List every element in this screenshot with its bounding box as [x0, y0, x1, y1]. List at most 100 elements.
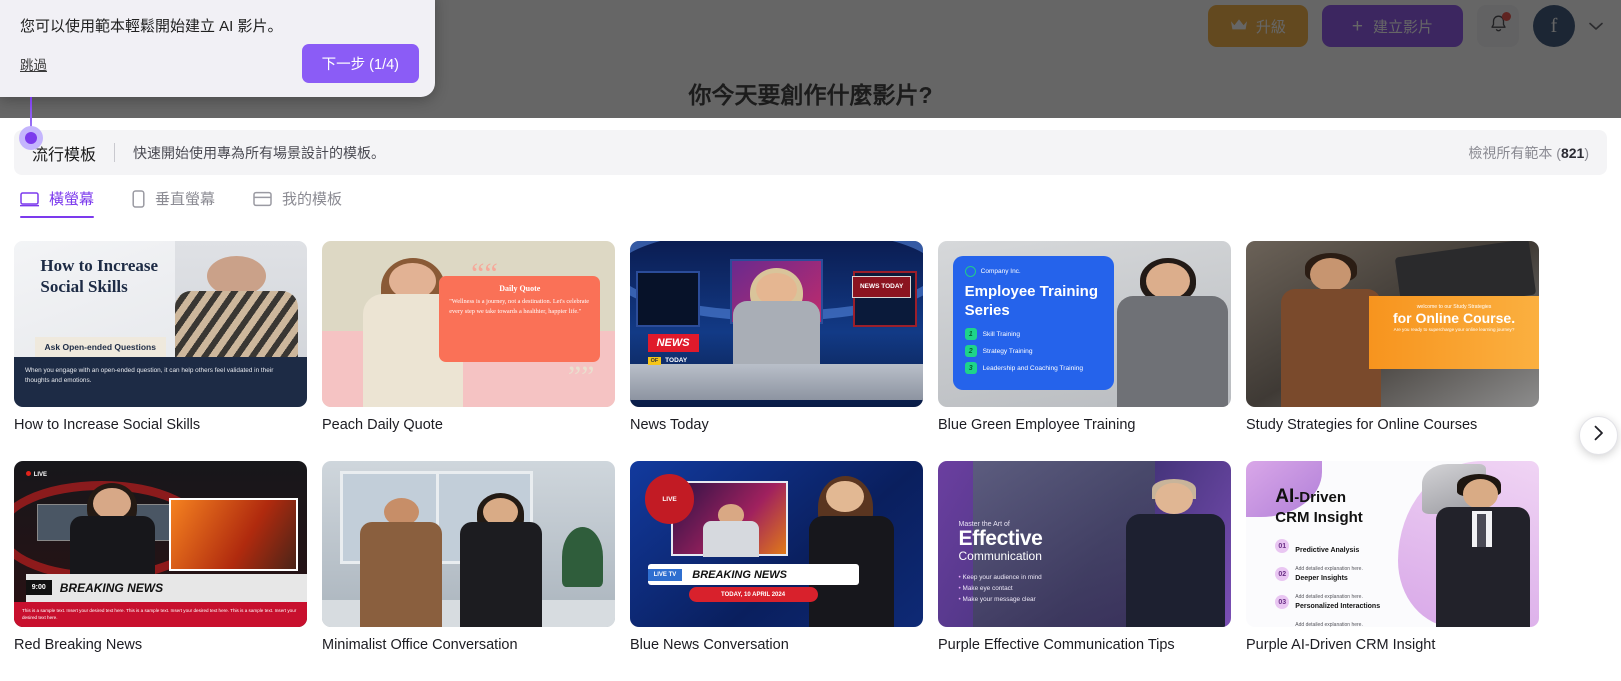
band-divider [114, 143, 116, 162]
template-card[interactable]: How to Increase Social Skills Ask Open-e… [14, 241, 307, 433]
header-actions: 升級 + 建立影片 f [1207, 5, 1603, 47]
notifications-button[interactable] [1477, 5, 1519, 47]
thumb-item: Leadership and Coaching Training [982, 364, 1084, 372]
template-card[interactable]: Company Inc. Employee Training Series 1S… [938, 241, 1231, 433]
thumb-title: Effective [958, 526, 1043, 550]
template-card[interactable]: AI-Driven CRM Insight 01 Predictive Analy… [1246, 461, 1539, 653]
template-label: Purple Effective Communication Tips [938, 637, 1175, 653]
template-label: Red Breaking News [14, 637, 143, 653]
template-thumbnail: NEWS OF TODAY NEWS TODAY [630, 241, 923, 407]
template-label: Minimalist Office Conversation [322, 637, 518, 653]
thumb-quote: "Wellness is a journey, not a destinatio… [449, 297, 590, 315]
my-templates-icon [253, 191, 272, 207]
template-thumbnail: Master the Art of Effective Communicatio… [938, 461, 1231, 627]
view-all-prefix: 檢視所有範本 ( [1468, 144, 1561, 161]
template-card[interactable]: ““ Daily Quote "Wellness is a journey, n… [322, 241, 615, 433]
thumb-bullet: Keep your audience in mind [959, 574, 1042, 581]
thumb-date: TODAY, 10 APRIL 2024 [688, 587, 818, 603]
thumb-title: Employee Training Series [964, 282, 1099, 319]
app-root: 升級 + 建立影片 f 你今天要創作什麼影片? 您可以使用範本輕鬆開始建立 AI… [0, 0, 1621, 681]
template-thumbnail: How to Increase Social Skills Ask Open-e… [14, 241, 307, 407]
template-thumbnail: Company Inc. Employee Training Series 1S… [938, 241, 1231, 407]
tab-portrait[interactable]: 垂直螢幕 [132, 188, 215, 218]
skip-link[interactable]: 跳過 [20, 54, 47, 74]
template-orientation-tabs: 橫螢幕 垂直螢幕 我的模板 [20, 188, 342, 218]
thumb-time: 9:00 [25, 580, 52, 596]
template-label: Blue Green Employee Training [938, 417, 1136, 433]
thumb-bullet: Make eye contact [959, 585, 1042, 592]
template-label: How to Increase Social Skills [14, 417, 201, 433]
thumb-foot: Are you ready to supercharge your online… [1393, 326, 1515, 332]
crown-icon [1230, 18, 1248, 35]
template-label: Study Strategies for Online Courses [1246, 417, 1478, 433]
portrait-screen-icon [132, 189, 145, 208]
chevron-down-icon[interactable] [1589, 18, 1603, 35]
thumb-livetv: LIVE TV [647, 568, 683, 581]
thumb-badge-news: NEWS [647, 333, 699, 352]
template-label: News Today [630, 417, 709, 433]
template-grid: How to Increase Social Skills Ask Open-e… [14, 241, 1614, 667]
thumb-title2: CRM Insight [1275, 508, 1363, 526]
notification-badge [1502, 12, 1511, 21]
tab-my-templates[interactable]: 我的模板 [253, 188, 342, 218]
thumb-badge-today: TODAY [665, 357, 688, 365]
tab-landscape[interactable]: 橫螢幕 [20, 188, 95, 218]
view-all-templates-link[interactable]: 檢視所有範本 (821) [1468, 143, 1589, 163]
thumb-title-ai: AI [1275, 485, 1295, 507]
thumb-item-number: 01 [1275, 539, 1290, 554]
template-thumbnail [322, 461, 615, 627]
band-title: 流行模板 [32, 146, 97, 164]
view-all-suffix: ) [1584, 144, 1589, 161]
create-video-label: 建立影片 [1372, 18, 1433, 36]
thumb-live: LIVE [644, 474, 695, 525]
thumb-item-sub: Add detailed explanation here. [1295, 622, 1363, 627]
template-card[interactable]: welcome to our Study Strategies for Onli… [1246, 241, 1539, 433]
thumb-body: When you engage with an open-ended quest… [14, 357, 307, 407]
template-card[interactable]: LIVE LIVE TV BREAKING NEWS TODAY, 10 APR… [630, 461, 923, 653]
upgrade-label: 升級 [1255, 18, 1286, 36]
template-card[interactable]: Minimalist Office Conversation [322, 461, 615, 653]
tab-portrait-label: 垂直螢幕 [155, 191, 216, 208]
template-card[interactable]: Master the Art of Effective Communicatio… [938, 461, 1231, 653]
coachmark-actions: 跳過 下一步 (1/4) [20, 44, 419, 83]
thumb-item: Skill Training [982, 330, 1021, 338]
template-thumbnail: AI-Driven CRM Insight 01 Predictive Analy… [1246, 461, 1539, 627]
thumb-ticker: This is a sample text. Insert your desir… [14, 602, 307, 627]
template-card[interactable]: LIVE 9:00 BREAKING NEWS This is a sample… [14, 461, 307, 653]
next-step-button[interactable]: 下一步 (1/4) [301, 44, 419, 83]
carousel-next-button[interactable] [1579, 416, 1618, 455]
thumb-corner-badge: NEWS TODAY [851, 275, 912, 298]
view-all-count: 821 [1560, 144, 1585, 161]
thumb-title: for Online Course. [1392, 309, 1516, 326]
thumb-pill: Ask Open-ended Questions [34, 337, 166, 358]
thumb-item-title: Predictive Analysis [1295, 547, 1360, 555]
thumb-heading: How to Increase Social Skills [40, 255, 159, 296]
coachmark-anchor-dot [19, 126, 43, 150]
thumb-live: LIVE [33, 471, 48, 478]
thumb-item: Strategy Training [982, 347, 1033, 355]
chevron-right-icon [1592, 425, 1605, 446]
template-thumbnail: welcome to our Study Strategies for Onli… [1246, 241, 1539, 407]
band-subtitle: 快速開始使用專為所有場景設計的模板。 [133, 144, 386, 161]
thumb-item-number: 02 [1275, 567, 1290, 582]
avatar[interactable]: f [1533, 5, 1575, 47]
thumb-item-title: Deeper Insights [1295, 575, 1348, 583]
tab-my-templates-label: 我的模板 [282, 191, 343, 208]
coachmark-tooltip: 您可以使用範本輕鬆開始建立 AI 影片。 跳過 下一步 (1/4) [0, 0, 435, 97]
upgrade-button[interactable]: 升級 [1207, 5, 1308, 47]
create-video-button[interactable]: + 建立影片 [1321, 5, 1463, 47]
template-label: Blue News Conversation [630, 637, 789, 653]
thumb-headline: BREAKING NEWS [59, 580, 164, 595]
template-thumbnail: LIVE 9:00 BREAKING NEWS This is a sample… [14, 461, 307, 627]
coachmark-message: 您可以使用範本輕鬆開始建立 AI 影片。 [20, 18, 283, 35]
template-thumbnail: LIVE LIVE TV BREAKING NEWS TODAY, 10 APR… [630, 461, 923, 627]
template-card[interactable]: NEWS OF TODAY NEWS TODAY News Today [630, 241, 923, 433]
avatar-letter: f [1550, 14, 1558, 37]
template-thumbnail: ““ Daily Quote "Wellness is a journey, n… [322, 241, 615, 407]
thumb-item-number: 03 [1275, 595, 1290, 610]
thumb-bullet: Make your message clear [959, 596, 1042, 603]
tab-landscape-label: 橫螢幕 [49, 191, 95, 208]
thumb-title-rest: -Driven [1294, 488, 1346, 506]
thumb-badge-of: OF [647, 357, 662, 366]
landscape-screen-icon [20, 191, 39, 207]
